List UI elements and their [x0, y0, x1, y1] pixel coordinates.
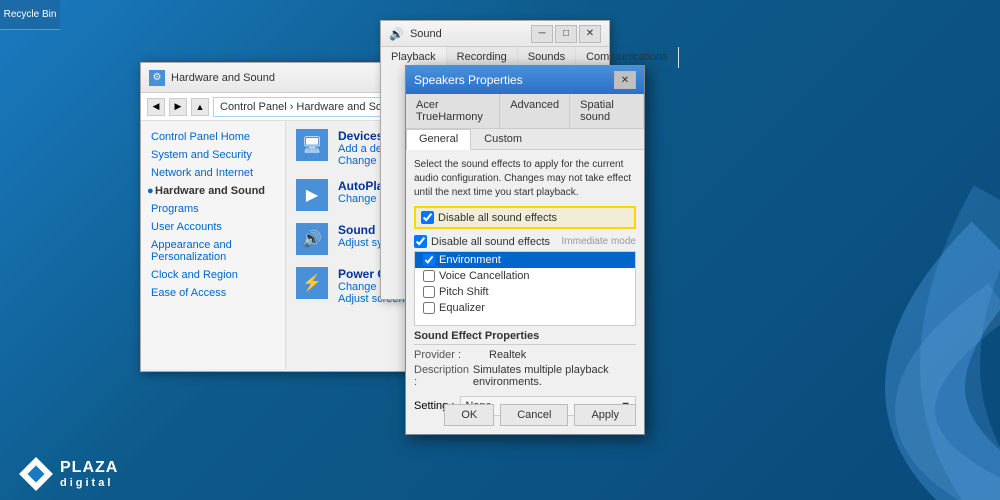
immediate-mode-label: Immediate mode [562, 236, 636, 247]
effects-disable-label: Disable all sound effects [431, 236, 550, 248]
sound-win-controls: ─ □ ✕ [531, 25, 601, 43]
back-button[interactable]: ◀ [147, 98, 165, 116]
cancel-button[interactable]: Cancel [500, 404, 568, 426]
address-text: Control Panel › Hardware and Sound [220, 101, 400, 113]
effect-equalizer-label: Equalizer [439, 302, 485, 314]
sound-icon: 🔊 [296, 223, 328, 255]
effect-pitch-checkbox[interactable] [423, 286, 435, 298]
effect-environment-label: Environment [439, 254, 501, 266]
sidebar-item-control-panel-home[interactable]: Control Panel Home [147, 129, 279, 145]
speakers-description: Select the sound effects to apply for th… [414, 158, 636, 200]
sidebar-item-network-internet[interactable]: Network and Internet [147, 165, 279, 181]
sidebar-item-programs[interactable]: Programs [147, 201, 279, 217]
disable-all-label: Disable all sound effects [438, 212, 557, 224]
recycle-bin: Recycle Bin [0, 0, 60, 30]
power-icon: ⚡ [296, 267, 328, 299]
recycle-bin-label: Recycle Bin [4, 9, 57, 20]
speakers-close-btn[interactable]: ✕ [614, 71, 636, 89]
dialog-buttons: OK Cancel Apply [444, 404, 636, 426]
speakers-dialog: Speakers Properties ✕ Acer TrueHarmony A… [405, 65, 645, 435]
sidebar-item-appearance[interactable]: Appearance and Personalization [147, 237, 279, 265]
sound-title-icon: 🔊 [389, 27, 404, 41]
plaza-line1: PLAZA [60, 458, 118, 477]
provider-row: Provider : Realtek [414, 349, 636, 361]
plaza-line2: digital [60, 477, 118, 490]
effect-equalizer-checkbox[interactable] [423, 302, 435, 314]
provider-value: Realtek [489, 349, 526, 361]
up-button[interactable]: ▲ [191, 98, 209, 116]
effects-list[interactable]: Environment Voice Cancellation Pitch Shi… [414, 251, 636, 326]
speakers-subtabs: General Custom [406, 129, 644, 150]
hw-title-icon: ⚙ [149, 70, 165, 86]
plaza-text: PLAZA digital [60, 458, 118, 490]
ok-button[interactable]: OK [444, 404, 494, 426]
provider-label: Provider : [414, 349, 489, 361]
speakers-win-controls: ✕ [614, 71, 636, 89]
devices-icon: 🖥 [296, 129, 328, 161]
effects-disable-checkbox[interactable] [414, 235, 427, 248]
sound-title-text: Sound [410, 28, 525, 40]
sidebar-item-clock-region[interactable]: Clock and Region [147, 267, 279, 283]
sound-effect-props-title: Sound Effect Properties [414, 330, 636, 345]
effect-voice-label: Voice Cancellation [439, 270, 530, 282]
background-decoration [650, 100, 1000, 500]
effects-checkbox-row: Disable all sound effects [414, 235, 550, 248]
sidebar-item-ease-access[interactable]: Ease of Access [147, 285, 279, 301]
tab-spatial-sound[interactable]: Spatial sound [570, 94, 644, 128]
sound-maximize-btn[interactable]: □ [555, 25, 577, 43]
disable-all-checkbox[interactable] [421, 211, 434, 224]
sound-minimize-btn[interactable]: ─ [531, 25, 553, 43]
effect-item-environment[interactable]: Environment [415, 252, 635, 268]
sound-close-btn[interactable]: ✕ [579, 25, 601, 43]
effects-list-container: Environment Voice Cancellation Pitch Shi… [414, 251, 636, 326]
forward-button[interactable]: ▶ [169, 98, 187, 116]
effect-item-pitch-shift[interactable]: Pitch Shift [415, 284, 635, 300]
desc-label: Description : [414, 364, 473, 388]
disable-all-highlight: Disable all sound effects [414, 206, 636, 229]
sidebar-item-system-security[interactable]: System and Security [147, 147, 279, 163]
effect-pitch-label: Pitch Shift [439, 286, 489, 298]
subtab-general[interactable]: General [406, 129, 471, 150]
subtab-custom[interactable]: Custom [471, 129, 535, 149]
tab-advanced[interactable]: Advanced [500, 94, 570, 128]
effect-voice-checkbox[interactable] [423, 270, 435, 282]
desc-value: Simulates multiple playback environments… [473, 364, 636, 388]
speakers-title-text: Speakers Properties [414, 73, 608, 87]
effect-item-voice-cancellation[interactable]: Voice Cancellation [415, 268, 635, 284]
speakers-body: Select the sound effects to apply for th… [406, 150, 644, 424]
apply-button[interactable]: Apply [574, 404, 636, 426]
description-row: Description : Simulates multiple playbac… [414, 364, 636, 388]
plaza-logo: PLAZA digital [20, 458, 118, 490]
effect-item-equalizer[interactable]: Equalizer [415, 300, 635, 316]
desktop: Recycle Bin ⚙ Hardware and Sound ─ □ ✕ ◀… [0, 0, 1000, 500]
sidebar-item-user-accounts[interactable]: User Accounts [147, 219, 279, 235]
sound-effect-props: Sound Effect Properties Provider : Realt… [414, 330, 636, 388]
speakers-tabs: Acer TrueHarmony Advanced Spatial sound [406, 94, 644, 129]
sound-titlebar: 🔊 Sound ─ □ ✕ [381, 21, 609, 47]
tab-acer-trueharmony[interactable]: Acer TrueHarmony [406, 94, 500, 128]
speakers-titlebar: Speakers Properties ✕ [406, 66, 644, 94]
sidebar-item-hardware-sound[interactable]: Hardware and Sound [147, 183, 279, 199]
effect-environment-checkbox[interactable] [423, 254, 435, 266]
hw-sidebar: Control Panel Home System and Security N… [141, 121, 286, 369]
autoplay-icon: ▶ [296, 179, 328, 211]
